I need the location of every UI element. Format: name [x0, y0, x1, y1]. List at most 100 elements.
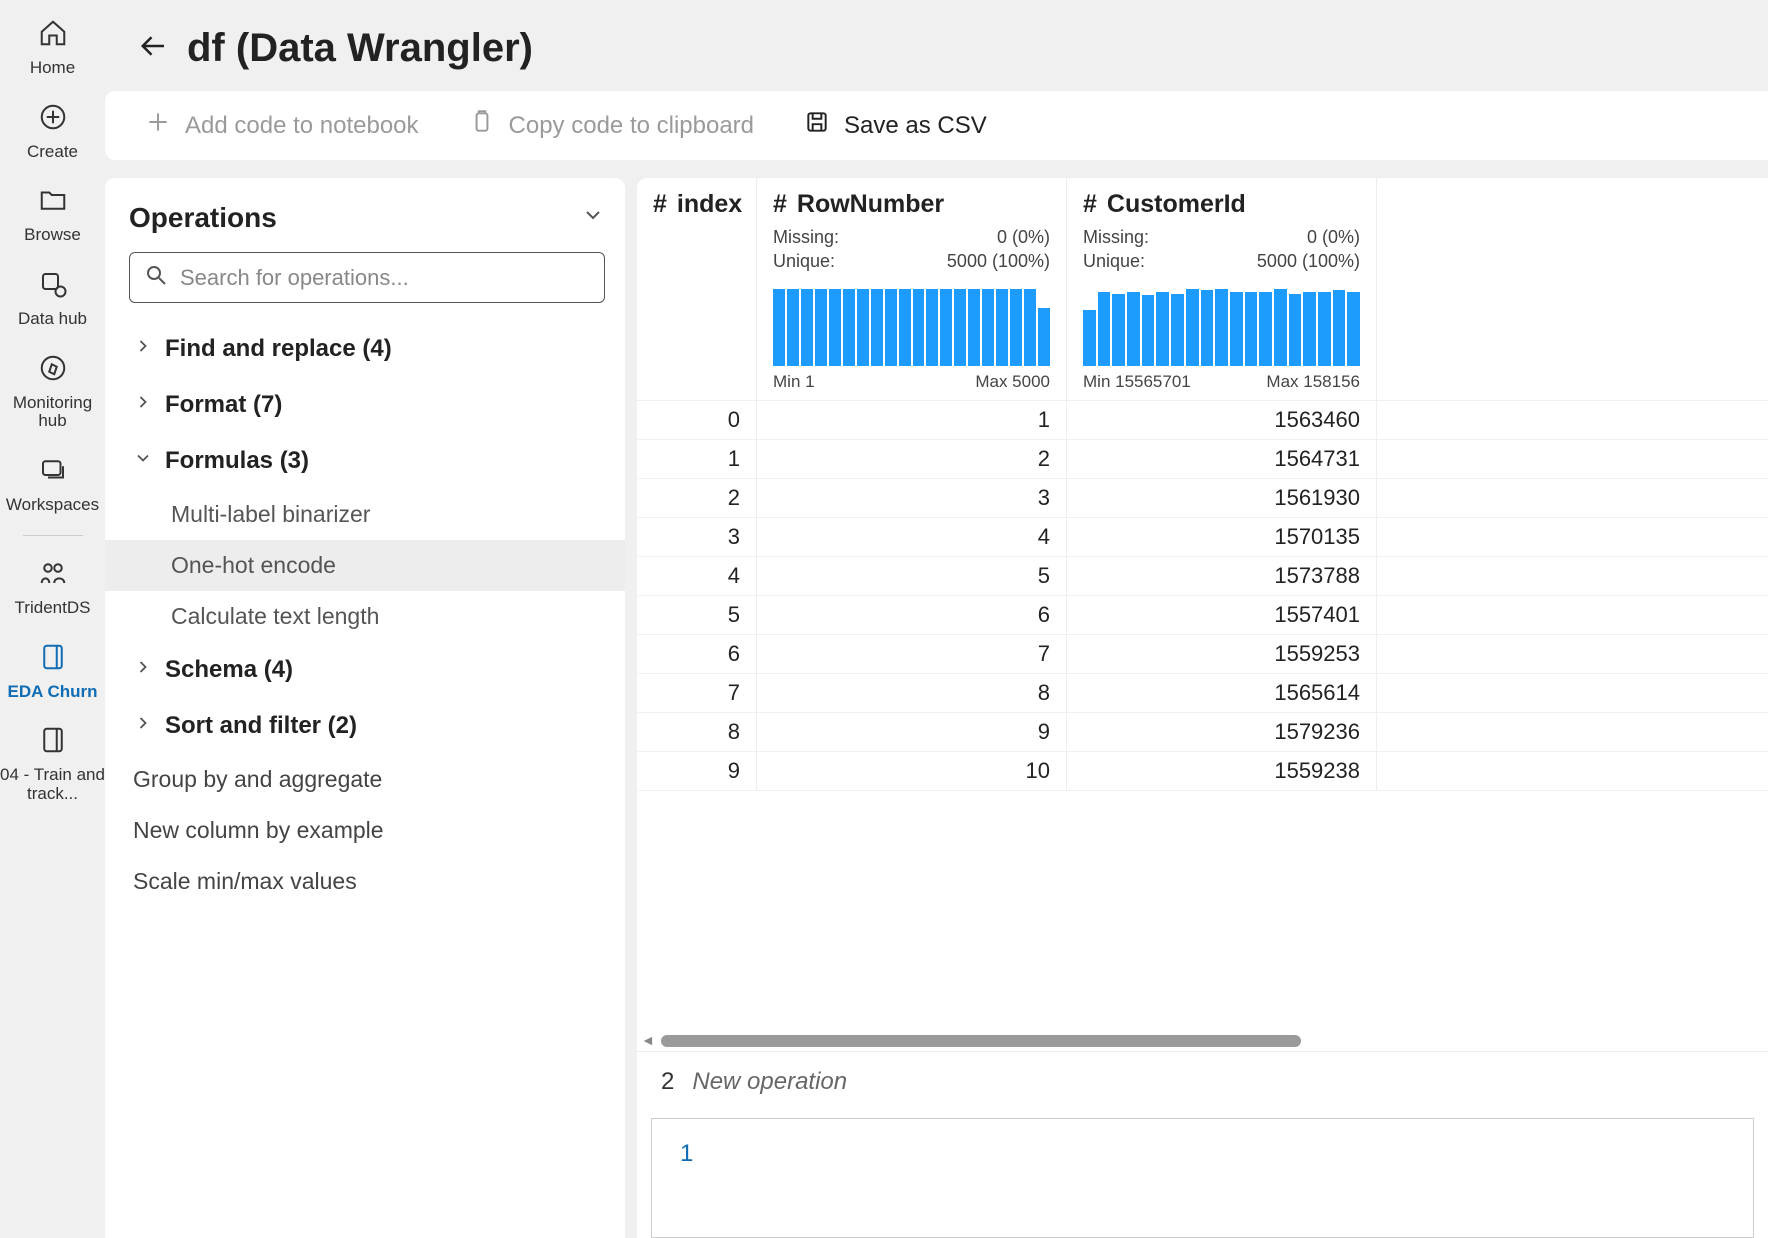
- folder-icon: [38, 185, 68, 220]
- cat-formulas[interactable]: Formulas (3): [125, 433, 609, 489]
- copy-code-label: Copy code to clipboard: [509, 112, 754, 140]
- cell-index: 0: [637, 401, 757, 439]
- col-index[interactable]: # index: [637, 178, 757, 400]
- cell-rownumber: 3: [757, 479, 1067, 517]
- code-line-number: 1: [680, 1140, 693, 1167]
- scrollbar-thumb[interactable]: [661, 1035, 1301, 1047]
- cell-rownumber: 8: [757, 674, 1067, 712]
- op-scale-minmax[interactable]: Scale min/max values: [125, 856, 609, 907]
- rail-train-track-label: 04 - Train and track...: [0, 766, 105, 803]
- col-customerid[interactable]: # CustomerId Missing:0 (0%) Unique:5000 …: [1067, 178, 1377, 400]
- cat-find-replace[interactable]: Find and replace (4): [125, 321, 609, 377]
- rail-datahub[interactable]: Data hub: [0, 261, 105, 335]
- cell-index: 8: [637, 713, 757, 751]
- chevron-right-icon: [133, 335, 153, 363]
- missing-label: Missing:: [1083, 225, 1149, 249]
- col-customerid-hist: [1083, 286, 1360, 366]
- table-row[interactable]: 9101559238: [637, 752, 1768, 791]
- rail-divider: [23, 535, 83, 536]
- table-row[interactable]: 671559253: [637, 635, 1768, 674]
- horizontal-scrollbar[interactable]: ◄: [637, 1031, 1768, 1051]
- rail-workspaces-label: Workspaces: [6, 496, 99, 515]
- back-arrow-icon[interactable]: [139, 31, 169, 66]
- hash-icon: #: [653, 190, 667, 219]
- plus-circle-icon: [38, 102, 68, 137]
- new-operation-row[interactable]: 2 New operation: [637, 1051, 1768, 1112]
- rail-create[interactable]: Create: [0, 94, 105, 168]
- rail-datahub-label: Data hub: [18, 310, 87, 329]
- copy-code-button[interactable]: Copy code to clipboard: [469, 109, 754, 142]
- add-code-button[interactable]: Add code to notebook: [145, 109, 419, 142]
- operations-header[interactable]: Operations: [125, 202, 609, 252]
- notebook-icon: [38, 642, 68, 677]
- cell-customerid: 1565614: [1067, 674, 1377, 712]
- plus-icon: [145, 109, 171, 142]
- cat-find-replace-label: Find and replace (4): [165, 335, 392, 363]
- page-title: df (Data Wrangler): [187, 26, 533, 71]
- rail-home[interactable]: Home: [0, 10, 105, 84]
- table-row[interactable]: 011563460: [637, 401, 1768, 440]
- cat-schema[interactable]: Schema (4): [125, 642, 609, 698]
- op-multi-label-binarizer[interactable]: Multi-label binarizer: [125, 489, 609, 540]
- rail-monitoring-label: Monitoring hub: [0, 394, 105, 431]
- cell-customerid: 1570135: [1067, 518, 1377, 556]
- operations-search-input[interactable]: [180, 265, 590, 291]
- table-row[interactable]: 451573788: [637, 557, 1768, 596]
- database-icon: [38, 269, 68, 304]
- rail-tridentds-label: TridentDS: [15, 599, 91, 618]
- rail-browse[interactable]: Browse: [0, 177, 105, 251]
- cat-sort-filter-label: Sort and filter (2): [165, 712, 357, 740]
- op-group-by[interactable]: Group by and aggregate: [125, 754, 609, 805]
- titlebar: df (Data Wrangler): [105, 0, 1768, 91]
- table-row[interactable]: 891579236: [637, 713, 1768, 752]
- table-row[interactable]: 561557401: [637, 596, 1768, 635]
- op-one-hot-encode[interactable]: One-hot encode: [105, 540, 625, 591]
- notebook-icon: [38, 725, 68, 760]
- cell-rownumber: 7: [757, 635, 1067, 673]
- table-row[interactable]: 341570135: [637, 518, 1768, 557]
- rail-tridentds[interactable]: TridentDS: [0, 550, 105, 624]
- save-csv-label: Save as CSV: [844, 112, 987, 140]
- table-row[interactable]: 781565614: [637, 674, 1768, 713]
- rail-monitoring[interactable]: Monitoring hub: [0, 345, 105, 437]
- cell-rownumber: 6: [757, 596, 1067, 634]
- clipboard-icon: [469, 109, 495, 142]
- col-index-name: index: [677, 190, 742, 219]
- col-rownumber-unique: 5000 (100%): [947, 249, 1050, 273]
- chevron-right-icon: [133, 656, 153, 684]
- cat-format-label: Format (7): [165, 391, 282, 419]
- operations-search[interactable]: [129, 252, 605, 303]
- cell-index: 9: [637, 752, 757, 790]
- cell-rownumber: 2: [757, 440, 1067, 478]
- main: df (Data Wrangler) Add code to notebook …: [105, 0, 1768, 1238]
- cell-customerid: 1557401: [1067, 596, 1377, 634]
- cat-format[interactable]: Format (7): [125, 377, 609, 433]
- cell-rownumber: 9: [757, 713, 1067, 751]
- col-rownumber-missing: 0 (0%): [997, 225, 1050, 249]
- unique-label: Unique:: [1083, 249, 1145, 273]
- save-icon: [804, 109, 830, 142]
- scroll-left-arrow-icon[interactable]: ◄: [641, 1032, 655, 1048]
- table-row[interactable]: 231561930: [637, 479, 1768, 518]
- hash-icon: #: [773, 190, 787, 219]
- cell-customerid: 1573788: [1067, 557, 1377, 595]
- rail-eda-churn[interactable]: EDA Churn: [0, 634, 105, 708]
- search-icon: [144, 263, 168, 292]
- col-customerid-name: CustomerId: [1107, 190, 1246, 219]
- col-customerid-missing: 0 (0%): [1307, 225, 1360, 249]
- cell-index: 1: [637, 440, 757, 478]
- content: Operations Find and replace (4) Format (…: [105, 178, 1768, 1238]
- rail-workspaces[interactable]: Workspaces: [0, 447, 105, 521]
- op-new-column-example[interactable]: New column by example: [125, 805, 609, 856]
- code-editor[interactable]: 1: [651, 1118, 1754, 1238]
- home-icon: [38, 18, 68, 53]
- cat-sort-filter[interactable]: Sort and filter (2): [125, 698, 609, 754]
- table-row[interactable]: 121564731: [637, 440, 1768, 479]
- cat-schema-label: Schema (4): [165, 656, 293, 684]
- col-rownumber[interactable]: # RowNumber Missing:0 (0%) Unique:5000 (…: [757, 178, 1067, 400]
- rail-train-track[interactable]: 04 - Train and track...: [0, 717, 105, 809]
- col-customerid-min: Min 15565701: [1083, 372, 1191, 392]
- op-calculate-text-length[interactable]: Calculate text length: [125, 591, 609, 642]
- save-csv-button[interactable]: Save as CSV: [804, 109, 987, 142]
- cell-customerid: 1559253: [1067, 635, 1377, 673]
